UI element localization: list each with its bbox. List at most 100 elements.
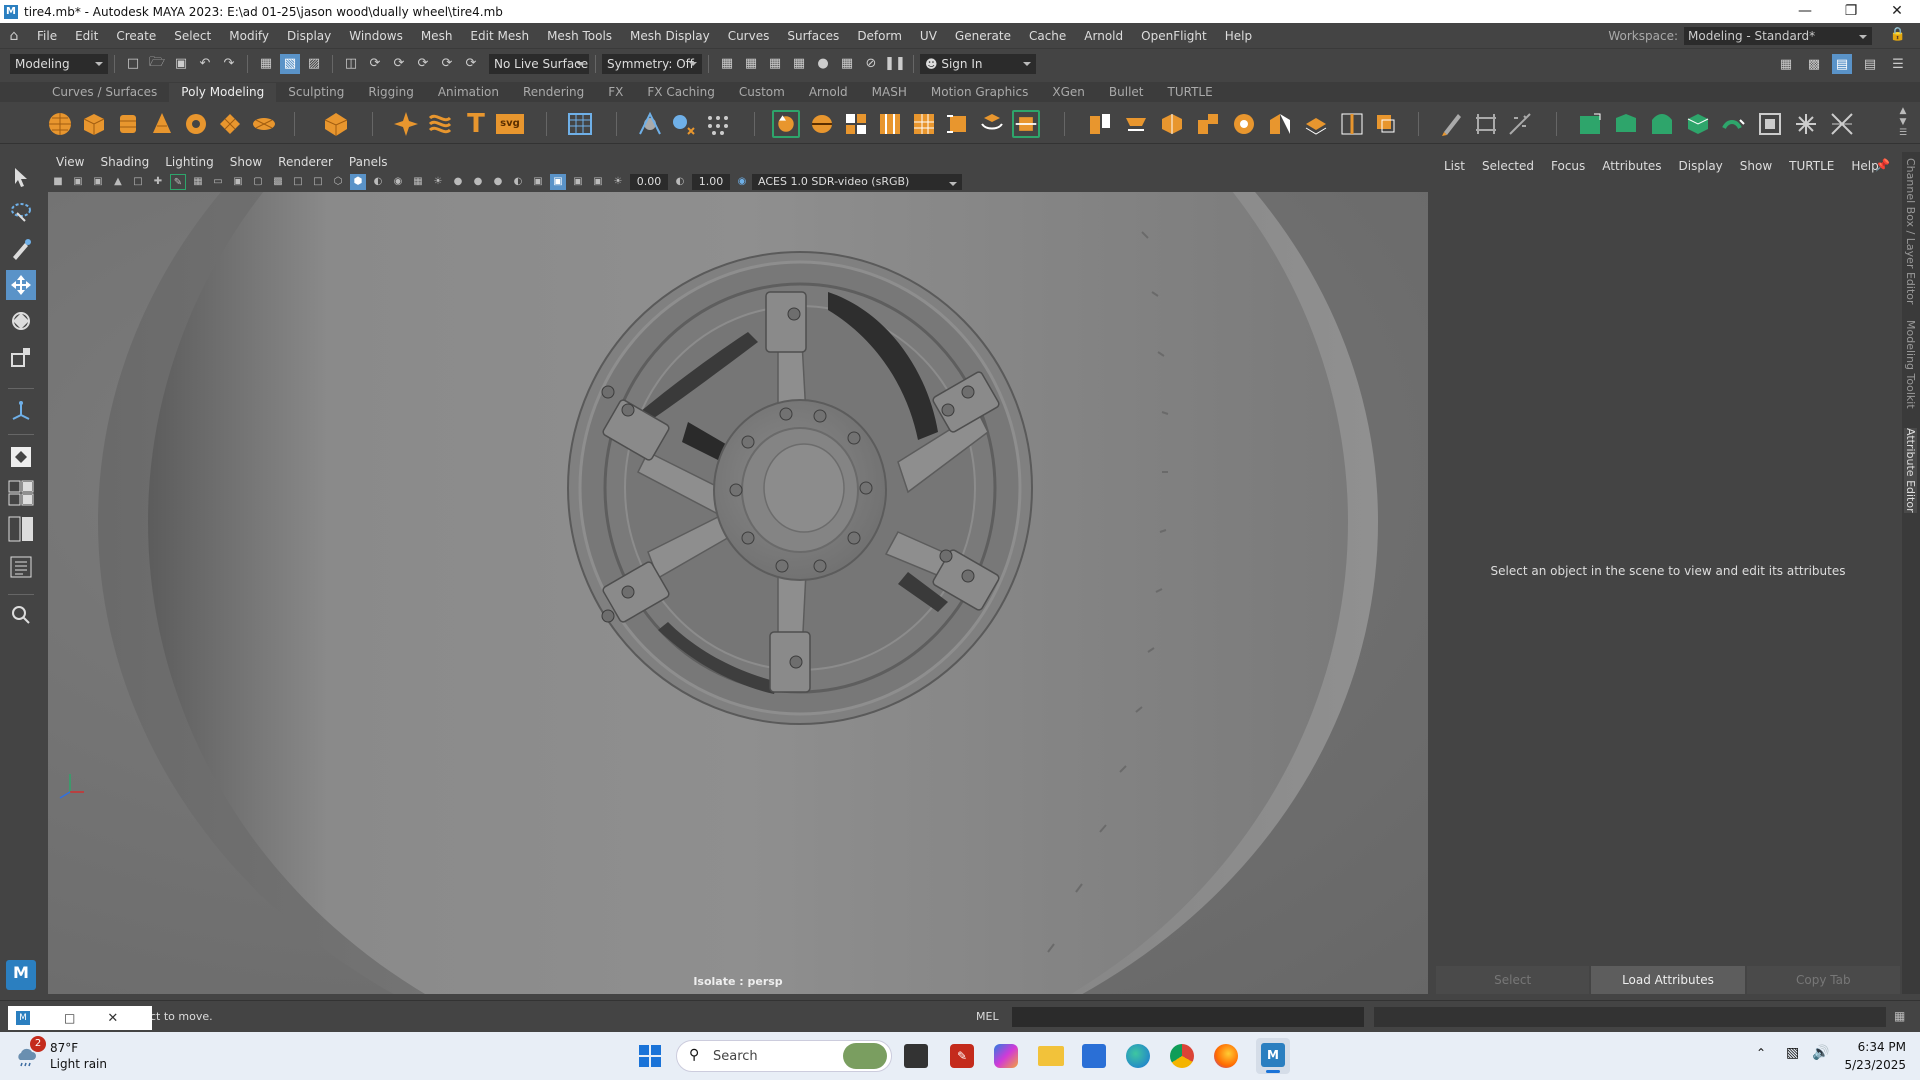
menu-windows[interactable]: Windows: [340, 29, 412, 43]
bookmarks-icon[interactable]: ▲: [110, 174, 126, 190]
firefox-icon[interactable]: [1214, 1044, 1238, 1068]
script-editor-icon[interactable]: ▦: [1894, 1009, 1905, 1023]
poke-icon[interactable]: [1158, 110, 1186, 138]
ae-menu-display[interactable]: Display: [1679, 159, 1723, 173]
uv-cut-sew-icon[interactable]: [1720, 110, 1748, 138]
persp-outliner-layout-icon[interactable]: [6, 514, 36, 544]
isolate-select-icon[interactable]: ▣: [550, 174, 566, 190]
append-polygon-icon[interactable]: [1122, 110, 1150, 138]
pause-icon[interactable]: ❚❚: [884, 54, 906, 74]
copy-tab-button[interactable]: Copy Tab: [1746, 966, 1900, 994]
file-explorer-icon[interactable]: [1038, 1046, 1064, 1066]
menu-openflight[interactable]: OpenFlight: [1132, 29, 1216, 43]
redo-icon[interactable]: ↷: [219, 54, 239, 74]
menu-uv[interactable]: UV: [911, 29, 946, 43]
volume-icon[interactable]: 🔊: [1812, 1045, 1829, 1061]
uv-planar-icon[interactable]: [1576, 110, 1604, 138]
bridge-icon[interactable]: [808, 110, 836, 138]
menu-display[interactable]: Display: [278, 29, 340, 43]
maya-taskbar-preview[interactable]: M □ ✕: [8, 1006, 152, 1030]
ae-menu-list[interactable]: List: [1444, 159, 1465, 173]
grid-icon[interactable]: ▦: [190, 174, 206, 190]
menu-edit-mesh[interactable]: Edit Mesh: [461, 29, 538, 43]
close-button[interactable]: ✕: [1874, 0, 1920, 23]
collapse-icon[interactable]: [1266, 110, 1294, 138]
menu-set-dropdown[interactable]: Modeling: [10, 53, 108, 74]
offset-loop-icon[interactable]: [978, 110, 1006, 138]
move-tool-icon[interactable]: [6, 270, 36, 300]
menu-mesh-display[interactable]: Mesh Display: [621, 29, 719, 43]
maya-taskbar-button[interactable]: M: [1256, 1038, 1290, 1074]
mirror-icon[interactable]: [1338, 110, 1366, 138]
taskbar-search[interactable]: ⚲ Search: [676, 1040, 892, 1072]
grease-pencil-icon[interactable]: ✎: [170, 174, 186, 190]
undo-icon[interactable]: ↶: [195, 54, 215, 74]
store-icon[interactable]: [1082, 1044, 1106, 1068]
menu-cache[interactable]: Cache: [1020, 29, 1075, 43]
shelf-tab-fx-caching[interactable]: FX Caching: [635, 83, 726, 102]
shadows-icon[interactable]: ●: [450, 174, 466, 190]
save-scene-icon[interactable]: ▣: [171, 54, 191, 74]
ae-menu-focus[interactable]: Focus: [1551, 159, 1585, 173]
uv-straighten-icon[interactable]: [1828, 110, 1856, 138]
boolean-icon[interactable]: [1372, 110, 1400, 138]
uv-cylindrical-icon[interactable]: [1612, 110, 1640, 138]
clock-time[interactable]: 6:34 PM: [1850, 1040, 1906, 1054]
viewport-menu-renderer[interactable]: Renderer: [270, 155, 341, 169]
edge-icon[interactable]: [1126, 1044, 1150, 1068]
safe-title-icon[interactable]: □: [310, 174, 326, 190]
quad-draw-icon[interactable]: [1472, 110, 1500, 138]
combine-icon[interactable]: [636, 110, 664, 138]
menu-curves[interactable]: Curves: [719, 29, 779, 43]
render-view-icon[interactable]: ▦: [717, 54, 737, 74]
lighting-icon[interactable]: ☀: [430, 174, 446, 190]
image-plane-icon[interactable]: □: [130, 174, 146, 190]
ipr-render-icon[interactable]: ▦: [765, 54, 785, 74]
ae-menu-attributes[interactable]: Attributes: [1602, 159, 1661, 173]
type-tool-icon[interactable]: T: [462, 110, 490, 138]
perspective-viewport[interactable]: Isolate : persp: [48, 192, 1428, 994]
view-transform-dropdown[interactable]: ACES 1.0 SDR-video (sRGB): [752, 174, 962, 190]
menu-generate[interactable]: Generate: [946, 29, 1020, 43]
lasso-tool-icon[interactable]: [6, 198, 36, 228]
uv-layout-icon[interactable]: [1756, 110, 1784, 138]
shelf-scroll-icon[interactable]: ▲ ▼ ☰: [1896, 106, 1910, 142]
lock-icon[interactable]: 🔒: [1890, 27, 1906, 42]
uv-editor-icon[interactable]: [566, 110, 594, 138]
shelf-tab-turtle[interactable]: TURTLE: [1155, 83, 1224, 102]
circularize-icon[interactable]: [1230, 110, 1258, 138]
shelf-tab-rendering[interactable]: Rendering: [511, 83, 596, 102]
menu-help[interactable]: Help: [1216, 29, 1261, 43]
four-view-layout-icon[interactable]: [6, 478, 36, 508]
shelf-tab-mash[interactable]: MASH: [860, 83, 919, 102]
snap-surface-icon[interactable]: ⟳: [437, 54, 457, 74]
viewport-menu-panels[interactable]: Panels: [341, 155, 396, 169]
open-scene-icon[interactable]: 🗁: [147, 54, 167, 74]
chevron-up-icon[interactable]: ⌃: [1756, 1046, 1766, 1060]
flip-icon[interactable]: [1302, 110, 1330, 138]
sweep-mesh-icon[interactable]: [426, 110, 454, 138]
symmetry-dropdown[interactable]: Symmetry: Off: [602, 53, 702, 74]
copilot-icon[interactable]: [994, 1044, 1018, 1068]
smooth-shade-icon[interactable]: ⬢: [350, 174, 366, 190]
camera-attributes-icon[interactable]: ▣: [90, 174, 106, 190]
single-perspective-layout-icon[interactable]: [6, 442, 36, 472]
textured-icon[interactable]: ◉: [390, 174, 406, 190]
menu-select[interactable]: Select: [165, 29, 220, 43]
poly-cylinder-icon[interactable]: [114, 110, 142, 138]
side-tab-attribute-editor[interactable]: Attribute Editor: [1904, 428, 1917, 513]
ae-menu-selected[interactable]: Selected: [1482, 159, 1534, 173]
pin-icon[interactable]: 📌: [1875, 158, 1890, 172]
exposure-icon[interactable]: ☀: [610, 174, 626, 190]
sculpt-pencil-icon[interactable]: [1438, 110, 1466, 138]
ae-menu-turtle[interactable]: TURTLE: [1789, 159, 1834, 173]
poly-torus-icon[interactable]: [182, 110, 210, 138]
side-tab-modeling-toolkit[interactable]: Modeling Toolkit: [1904, 320, 1917, 409]
maximize-button[interactable]: ❐: [1828, 0, 1874, 23]
poly-cone-icon[interactable]: [148, 110, 176, 138]
screen-space-ao-icon[interactable]: ●: [470, 174, 486, 190]
select-object-icon[interactable]: ▧: [280, 53, 300, 74]
attribute-editor-icon[interactable]: ▩: [1804, 54, 1824, 74]
paint-select-tool-icon[interactable]: [6, 234, 36, 264]
multi-cut-icon[interactable]: [910, 110, 938, 138]
